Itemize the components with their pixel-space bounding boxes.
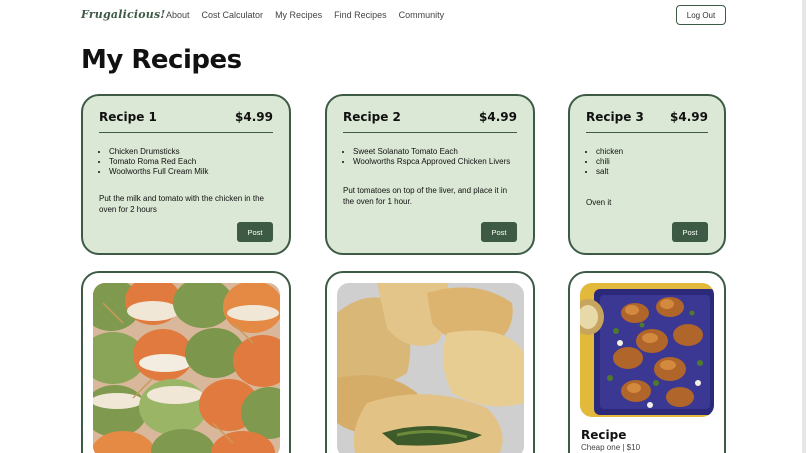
post-button[interactable]: Post [481,222,517,242]
recipe-description: Oven it [586,198,612,207]
nav-link-find-recipes[interactable]: Find Recipes [334,10,387,20]
recipe-price: $4.99 [479,110,517,124]
recipe-photo [337,283,524,453]
ingredient-item: Woolworths Full Cream Milk [109,167,208,177]
divider [586,132,708,133]
ingredient-item: chicken [596,147,623,157]
ingredient-list: Chicken Drumsticks Tomato Roma Red Each … [109,147,208,177]
nav-link-cost-calculator[interactable]: Cost Calculator [202,10,264,20]
brand-logo[interactable]: Frugalicious! [81,8,165,21]
recipe-price: $4.99 [235,110,273,124]
recipe-price: $4.99 [670,110,708,124]
nav-links: About Cost Calculator My Recipes Find Re… [166,10,444,20]
ingredient-item: chili [596,157,623,167]
recipe-card: Recipe 2 $4.99 Sweet Solanato Tomato Eac… [325,94,535,255]
scrollbar[interactable] [802,0,806,453]
recipe-photo [93,283,280,453]
nav-link-community[interactable]: Community [399,10,445,20]
ingredient-list: Sweet Solanato Tomato Each Woolworths Rs… [353,147,510,167]
recipe-card: Recipe 1 $4.99 Chicken Drumsticks Tomato… [81,94,291,255]
recipe-meta: Cheap one | $10 [581,443,641,452]
top-nav: Frugalicious! About Cost Calculator My R… [0,0,806,30]
recipe-description: Put the milk and tomato with the chicken… [99,194,264,214]
nav-link-my-recipes[interactable]: My Recipes [275,10,322,20]
ingredient-list: chicken chili salt [596,147,623,177]
post-button[interactable]: Post [237,222,273,242]
page-title: My Recipes [81,45,242,75]
post-button[interactable]: Post [672,222,708,242]
nav-link-about[interactable]: About [166,10,190,20]
recipe-title: Recipe 2 [343,110,401,124]
ingredient-item: salt [596,167,623,177]
recipe-description: Put tomatoes on top of the liver, and pl… [343,186,508,206]
recipe-title: Recipe [581,428,627,442]
ingredient-item: Tomato Roma Red Each [109,157,208,167]
recipe-image-card[interactable] [325,271,535,453]
divider [99,132,273,133]
recipe-image-card[interactable]: Recipe Cheap one | $10 [568,271,726,453]
logout-button[interactable]: Log Out [676,5,726,25]
recipe-image-card[interactable] [81,271,291,453]
recipe-card: Recipe 3 $4.99 chicken chili salt Oven i… [568,94,726,255]
divider [343,132,517,133]
recipe-title: Recipe 3 [586,110,644,124]
ingredient-item: Sweet Solanato Tomato Each [353,147,510,157]
recipe-photo [580,283,714,417]
ingredient-item: Chicken Drumsticks [109,147,208,157]
ingredient-item: Woolworths Rspca Approved Chicken Livers [353,157,510,167]
recipe-title: Recipe 1 [99,110,157,124]
